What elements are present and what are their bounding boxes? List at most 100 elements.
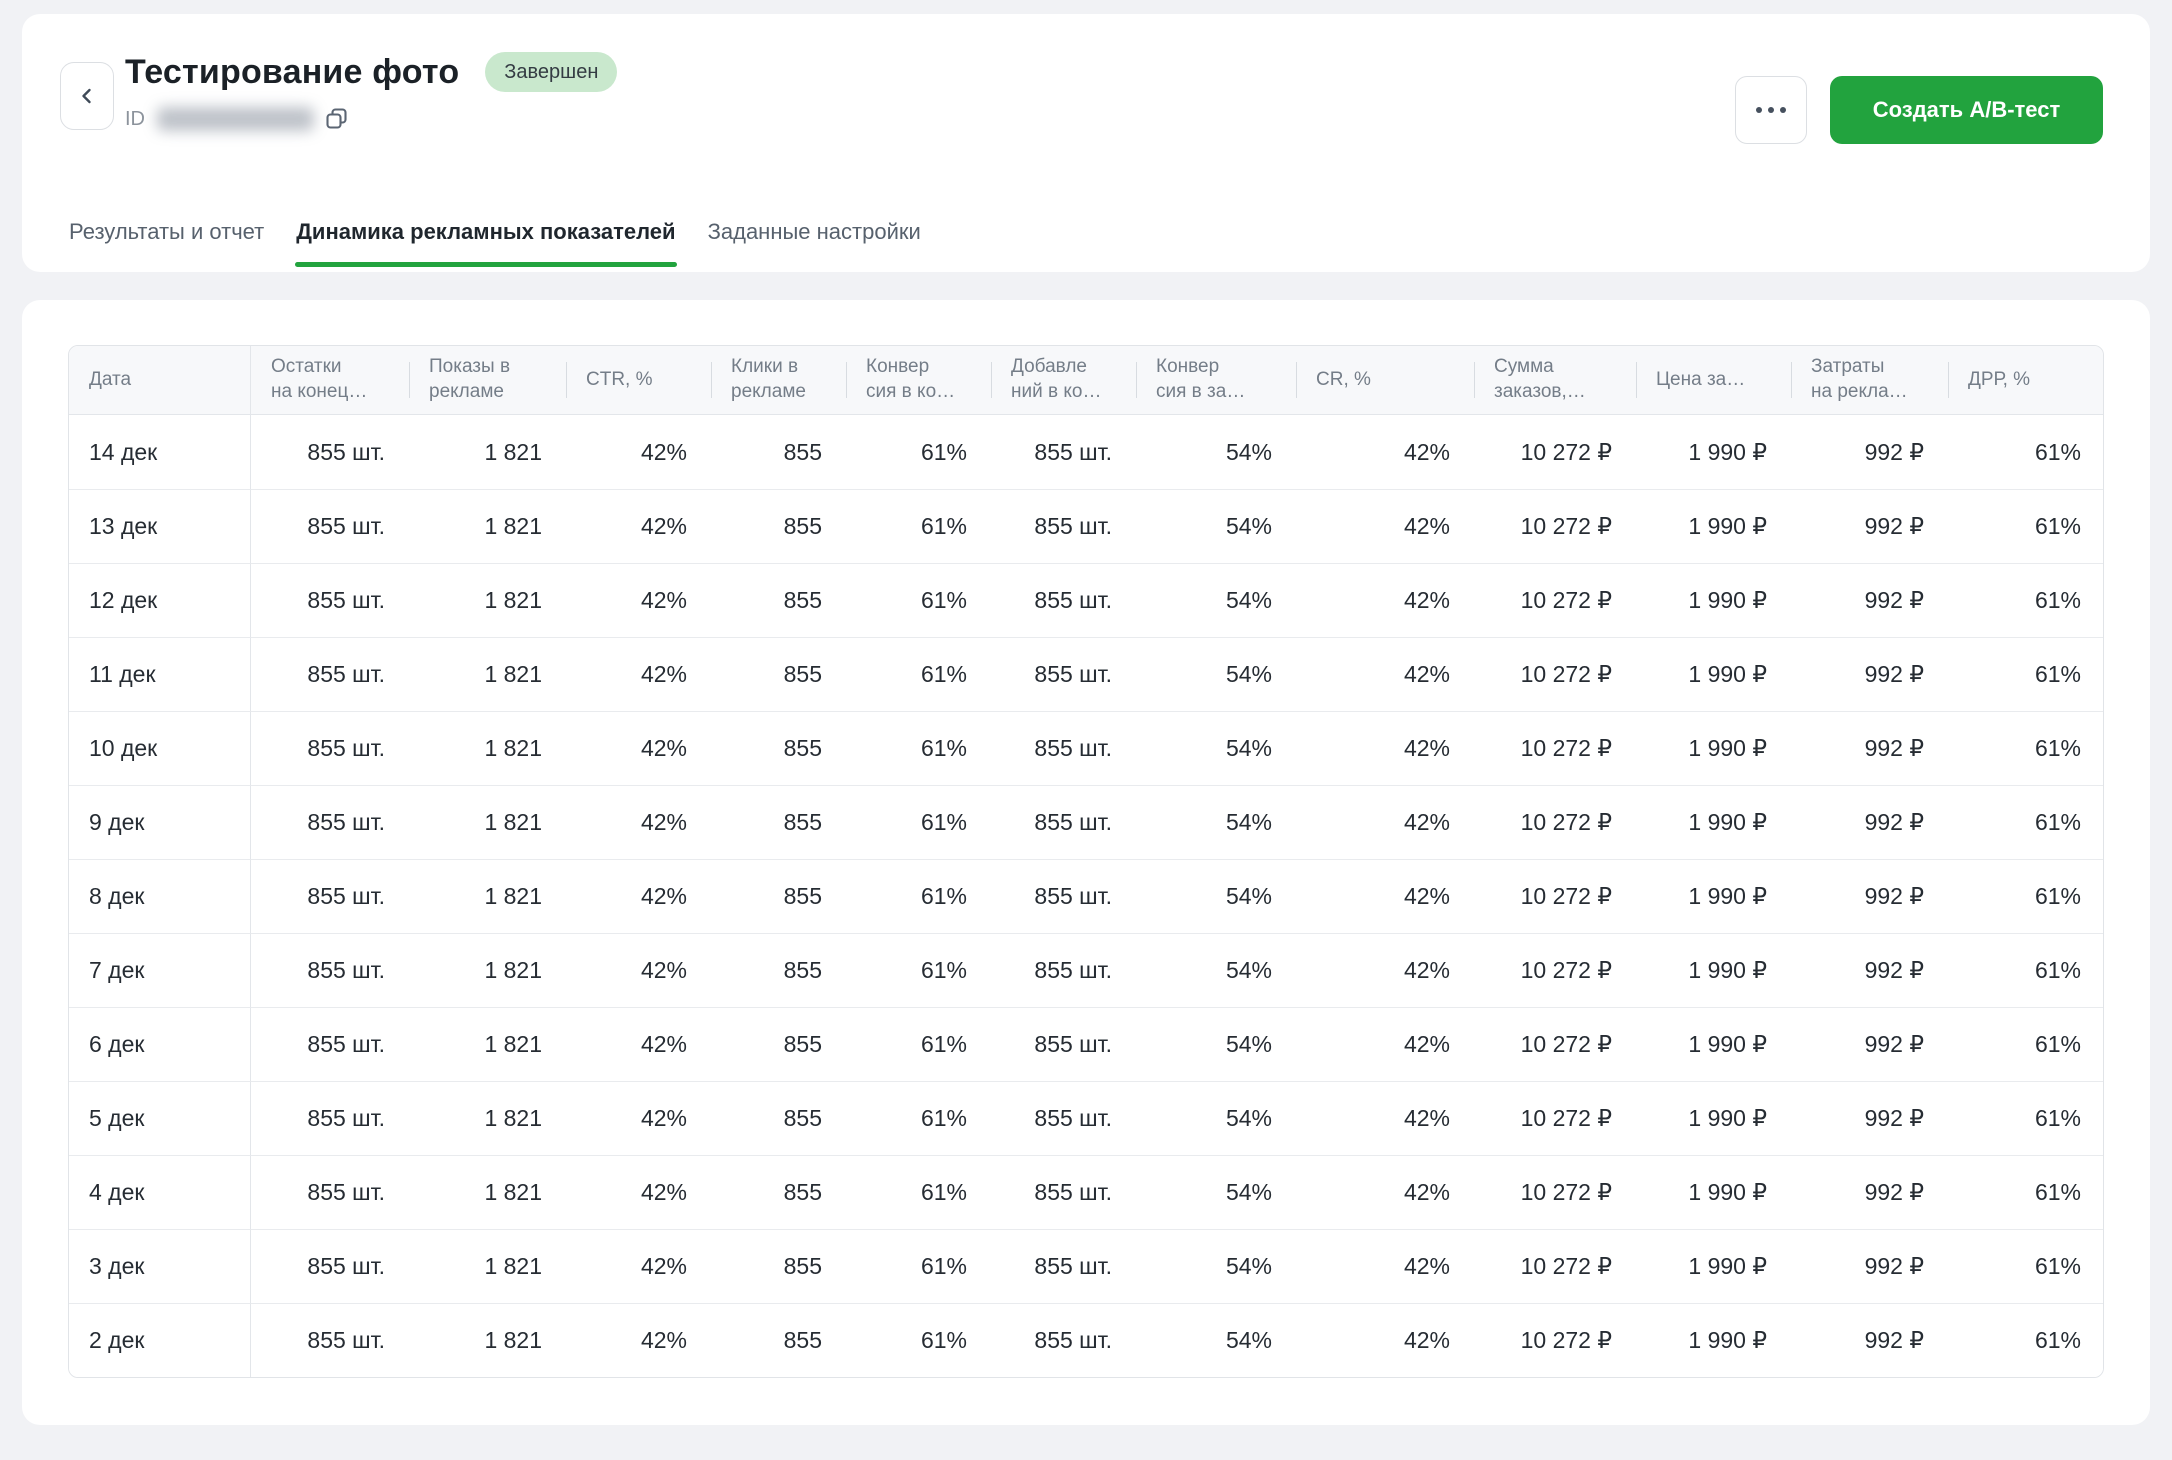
table-cell: 1 821 <box>409 1007 566 1081</box>
column-orders-sum-header: Сумма заказов,… <box>1474 346 1636 415</box>
table-cell: 42% <box>566 489 711 563</box>
header-row: ДатаОстатки на конец…Показы в рекламеCTR… <box>69 346 2104 415</box>
table-cell: 61% <box>846 1007 991 1081</box>
table-cell: 1 990 ₽ <box>1636 711 1791 785</box>
table-cell: 42% <box>566 415 711 489</box>
table-cell: 855 шт. <box>251 1229 409 1303</box>
tab-ad-metrics-dynamics[interactable]: Динамика рекламных показателей <box>295 219 676 272</box>
column-stock-at-end-header: Остатки на конец… <box>251 346 409 415</box>
header-card: Тестирование фото Завершен ID Создать А/… <box>22 14 2150 272</box>
column-ad-costs-header: Затраты на рекла… <box>1791 346 1948 415</box>
column-ctr-header: CTR, % <box>566 346 711 415</box>
table-cell: 61% <box>1948 1303 2104 1377</box>
table-cell: 42% <box>1296 785 1474 859</box>
date-cell: 4 дек <box>69 1155 251 1229</box>
table-cell: 61% <box>846 1229 991 1303</box>
table-cell: 54% <box>1136 1081 1296 1155</box>
table-cell: 992 ₽ <box>1791 859 1948 933</box>
table-cell: 1 990 ₽ <box>1636 785 1791 859</box>
table-cell: 42% <box>566 933 711 1007</box>
table-cell: 42% <box>1296 1303 1474 1377</box>
table-cell: 42% <box>566 711 711 785</box>
table-cell: 42% <box>1296 637 1474 711</box>
table-cell: 855 шт. <box>251 933 409 1007</box>
table-cell: 1 990 ₽ <box>1636 637 1791 711</box>
table-cell: 1 990 ₽ <box>1636 1303 1791 1377</box>
table-cell: 855 <box>711 415 846 489</box>
page-title: Тестирование фото <box>125 53 459 92</box>
table-cell: 10 272 ₽ <box>1474 859 1636 933</box>
table-cell: 855 шт. <box>251 1303 409 1377</box>
table-cell: 1 821 <box>409 785 566 859</box>
table-cell: 855 <box>711 489 846 563</box>
campaign-id-redacted <box>157 107 314 131</box>
table-cell: 855 шт. <box>991 711 1136 785</box>
table-cell: 54% <box>1136 1303 1296 1377</box>
table-cell: 10 272 ₽ <box>1474 563 1636 637</box>
table-cell: 1 821 <box>409 489 566 563</box>
table-cell: 54% <box>1136 415 1296 489</box>
date-cell: 12 дек <box>69 563 251 637</box>
table-cell: 42% <box>1296 859 1474 933</box>
table-cell: 992 ₽ <box>1791 933 1948 1007</box>
column-added-to-cart-header: Добавле ний в ко… <box>991 346 1136 415</box>
back-button[interactable] <box>60 62 114 130</box>
table-cell: 61% <box>1948 785 2104 859</box>
table-cell: 54% <box>1136 1229 1296 1303</box>
table-row: 7 дек855 шт.1 82142%85561%855 шт.54%42%1… <box>69 933 2104 1007</box>
table-cell: 42% <box>566 1155 711 1229</box>
table-cell: 61% <box>1948 1081 2104 1155</box>
table-cell: 855 шт. <box>251 859 409 933</box>
table-cell: 1 821 <box>409 1303 566 1377</box>
table-cell: 855 <box>711 1229 846 1303</box>
table-cell: 61% <box>846 1155 991 1229</box>
table-cell: 42% <box>566 859 711 933</box>
table-cell: 1 821 <box>409 711 566 785</box>
title-block: Тестирование фото Завершен ID <box>125 52 617 132</box>
more-actions-button[interactable] <box>1735 76 1807 144</box>
table-cell: 1 821 <box>409 637 566 711</box>
metrics-table-wrap: ДатаОстатки на конец…Показы в рекламеCTR… <box>68 345 2104 1378</box>
table-cell: 855 шт. <box>251 711 409 785</box>
table-cell: 855 шт. <box>251 1007 409 1081</box>
table-cell: 61% <box>846 415 991 489</box>
table-cell: 61% <box>1948 415 2104 489</box>
table-cell: 992 ₽ <box>1791 563 1948 637</box>
table-cell: 1 821 <box>409 1081 566 1155</box>
table-cell: 42% <box>566 785 711 859</box>
table-cell: 10 272 ₽ <box>1474 489 1636 563</box>
tab-results-report[interactable]: Результаты и отчет <box>68 219 265 272</box>
table-cell: 10 272 ₽ <box>1474 1155 1636 1229</box>
copy-icon <box>324 106 350 132</box>
table-head: ДатаОстатки на конец…Показы в рекламеCTR… <box>69 346 2104 415</box>
table-row: 8 дек855 шт.1 82142%85561%855 шт.54%42%1… <box>69 859 2104 933</box>
tabs: Результаты и отчет Динамика рекламных пок… <box>68 219 922 272</box>
table-cell: 855 шт. <box>251 785 409 859</box>
create-ab-test-button[interactable]: Создать А/В-тест <box>1830 76 2103 144</box>
table-cell: 42% <box>566 1303 711 1377</box>
date-cell: 2 дек <box>69 1303 251 1377</box>
table-cell: 42% <box>1296 711 1474 785</box>
table-cell: 61% <box>846 1303 991 1377</box>
table-row: 10 дек855 шт.1 82142%85561%855 шт.54%42%… <box>69 711 2104 785</box>
table-row: 13 дек855 шт.1 82142%85561%855 шт.54%42%… <box>69 489 2104 563</box>
table-cell: 54% <box>1136 563 1296 637</box>
table-cell: 855 шт. <box>991 785 1136 859</box>
table-cell: 855 <box>711 711 846 785</box>
table-cell: 10 272 ₽ <box>1474 1081 1636 1155</box>
metrics-table: ДатаОстатки на конец…Показы в рекламеCTR… <box>69 346 2104 1377</box>
column-drr-header: ДРР, % <box>1948 346 2104 415</box>
table-cell: 54% <box>1136 489 1296 563</box>
tab-configured-settings[interactable]: Заданные настройки <box>707 219 922 272</box>
table-cell: 54% <box>1136 785 1296 859</box>
table-cell: 1 990 ₽ <box>1636 415 1791 489</box>
table-cell: 1 821 <box>409 933 566 1007</box>
table-cell: 992 ₽ <box>1791 1303 1948 1377</box>
date-cell: 8 дек <box>69 859 251 933</box>
table-cell: 855 шт. <box>251 563 409 637</box>
column-cr-header: CR, % <box>1296 346 1474 415</box>
date-cell: 11 дек <box>69 637 251 711</box>
table-cell: 61% <box>846 711 991 785</box>
copy-id-button[interactable] <box>324 106 350 132</box>
table-cell: 61% <box>1948 1007 2104 1081</box>
